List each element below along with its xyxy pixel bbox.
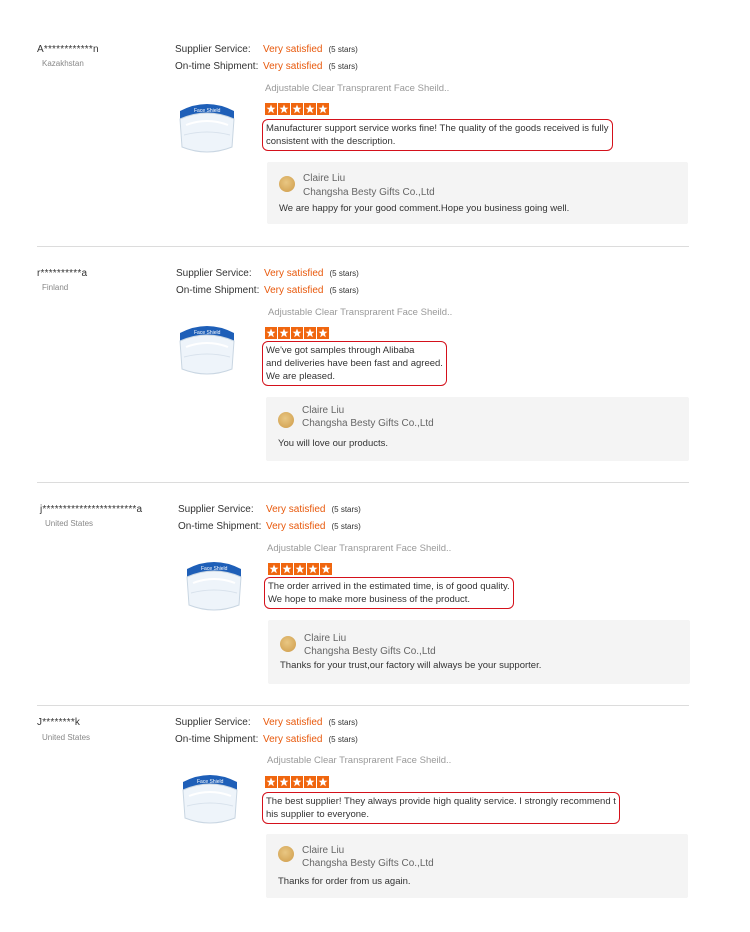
- reply-text: Thanks for your trust,our factory will a…: [280, 660, 542, 671]
- review-comment: We've got samples through Alibaba and de…: [262, 341, 447, 386]
- divider: [37, 705, 689, 706]
- star-icon: [317, 327, 329, 339]
- comment-line: The best supplier! They always provide h…: [266, 796, 616, 807]
- ontime-shipment-value: Very satisfied: [266, 521, 326, 532]
- review-card: J********k United States Supplier Servic…: [0, 0, 750, 898]
- ontime-shipment-count: (5 stars): [331, 522, 361, 531]
- star-icon: [307, 563, 319, 575]
- supplier-service-rating: Supplier Service: Very satisfied (5 stars): [175, 717, 358, 728]
- supplier-reply: Claire Liu Changsha Besty Gifts Co.,Ltd …: [266, 397, 689, 461]
- supplier-reply: Claire Liu Changsha Besty Gifts Co.,Ltd …: [268, 620, 690, 684]
- supplier-service-value: Very satisfied: [263, 717, 323, 728]
- star-icon: [278, 776, 290, 788]
- buyer-country: Finland: [42, 283, 69, 292]
- product-link[interactable]: Adjustable Clear Transprarent Face Sheil…: [267, 543, 451, 554]
- star-icon: [265, 776, 277, 788]
- star-icon: [281, 563, 293, 575]
- product-image[interactable]: Face Shield: [179, 553, 249, 613]
- face-shield-image: Face Shield: [179, 326, 235, 375]
- ontime-shipment-rating: On-time Shipment: Very satisfied (5 stars): [175, 734, 358, 745]
- reply-name: Claire Liu: [302, 845, 345, 856]
- avatar: [278, 846, 294, 862]
- ontime-shipment-count: (5 stars): [329, 286, 359, 295]
- comment-line: We are pleased.: [266, 371, 336, 382]
- ontime-shipment-label: On-time Shipment:: [175, 734, 259, 745]
- star-icon: [304, 327, 316, 339]
- star-icon: [304, 776, 316, 788]
- product-image[interactable]: Face Shield: [175, 766, 245, 826]
- reply-company: Changsha Besty Gifts Co.,Ltd: [302, 858, 434, 869]
- supplier-service-label: Supplier Service:: [178, 504, 254, 515]
- divider: [37, 482, 689, 483]
- supplier-service-rating: Supplier Service: Very satisfied (5 stars): [176, 268, 359, 279]
- supplier-service-value: Very satisfied: [264, 268, 324, 279]
- supplier-service-count: (5 stars): [331, 505, 361, 514]
- supplier-service-value: Very satisfied: [266, 504, 326, 515]
- product-link[interactable]: Adjustable Clear Transprarent Face Sheil…: [268, 307, 452, 318]
- face-shield-image: Face Shield: [186, 562, 242, 611]
- buyer-name: j***********************a: [40, 504, 143, 515]
- comment-line: his supplier to everyone.: [266, 809, 369, 820]
- star-icon: [291, 327, 303, 339]
- reply-text: Thanks for order from us again.: [278, 876, 411, 887]
- buyer-name: J********k: [37, 717, 81, 728]
- reply-name: Claire Liu: [304, 633, 347, 644]
- ontime-shipment-rating: On-time Shipment: Very satisfied (5 stars): [178, 521, 361, 532]
- star-icon: [268, 563, 280, 575]
- buyer-name: r**********a: [37, 268, 88, 279]
- ontime-shipment-value: Very satisfied: [263, 734, 323, 745]
- divider: [37, 246, 689, 247]
- ontime-shipment-count: (5 stars): [328, 735, 358, 744]
- avatar: [278, 412, 294, 428]
- supplier-service-count: (5 stars): [329, 269, 359, 278]
- avatar: [280, 636, 296, 652]
- review-comment: The order arrived in the estimated time,…: [264, 577, 514, 609]
- supplier-service-count: (5 stars): [328, 718, 358, 727]
- comment-line: We've got samples through Alibaba: [266, 345, 415, 356]
- ontime-shipment-value: Very satisfied: [264, 285, 324, 296]
- reply-company: Changsha Besty Gifts Co.,Ltd: [302, 418, 434, 429]
- comment-line: We hope to make more business of the pro…: [268, 594, 471, 605]
- reply-text: You will love our products.: [278, 438, 389, 449]
- reply-name: Claire Liu: [302, 405, 345, 416]
- reply-company: Changsha Besty Gifts Co.,Ltd: [304, 646, 436, 657]
- star-rating: [265, 327, 329, 339]
- star-icon: [265, 327, 277, 339]
- supplier-service-label: Supplier Service:: [176, 268, 252, 279]
- product-image[interactable]: Face Shield: [172, 317, 242, 377]
- star-icon: [291, 776, 303, 788]
- comment-line: The order arrived in the estimated time,…: [268, 581, 510, 592]
- buyer-country: United States: [42, 733, 91, 742]
- star-icon: [317, 776, 329, 788]
- star-rating: [268, 563, 332, 575]
- supplier-service-rating: Supplier Service: Very satisfied (5 stars): [178, 504, 361, 515]
- review-comment: The best supplier! They always provide h…: [262, 792, 620, 824]
- buyer-country: United States: [45, 519, 94, 528]
- star-icon: [294, 563, 306, 575]
- comment-line: and deliveries have been fast and agreed…: [266, 358, 443, 369]
- star-icon: [278, 327, 290, 339]
- star-icon: [320, 563, 332, 575]
- supplier-reply: Claire Liu Changsha Besty Gifts Co.,Ltd …: [266, 834, 688, 898]
- product-link[interactable]: Adjustable Clear Transprarent Face Sheil…: [267, 755, 451, 766]
- ontime-shipment-label: On-time Shipment:: [176, 285, 260, 296]
- face-shield-image: Face Shield: [182, 775, 238, 824]
- ontime-shipment-rating: On-time Shipment: Very satisfied (5 stars): [176, 285, 359, 296]
- star-rating: [265, 776, 329, 788]
- ontime-shipment-label: On-time Shipment:: [178, 521, 262, 532]
- supplier-service-label: Supplier Service:: [175, 717, 251, 728]
